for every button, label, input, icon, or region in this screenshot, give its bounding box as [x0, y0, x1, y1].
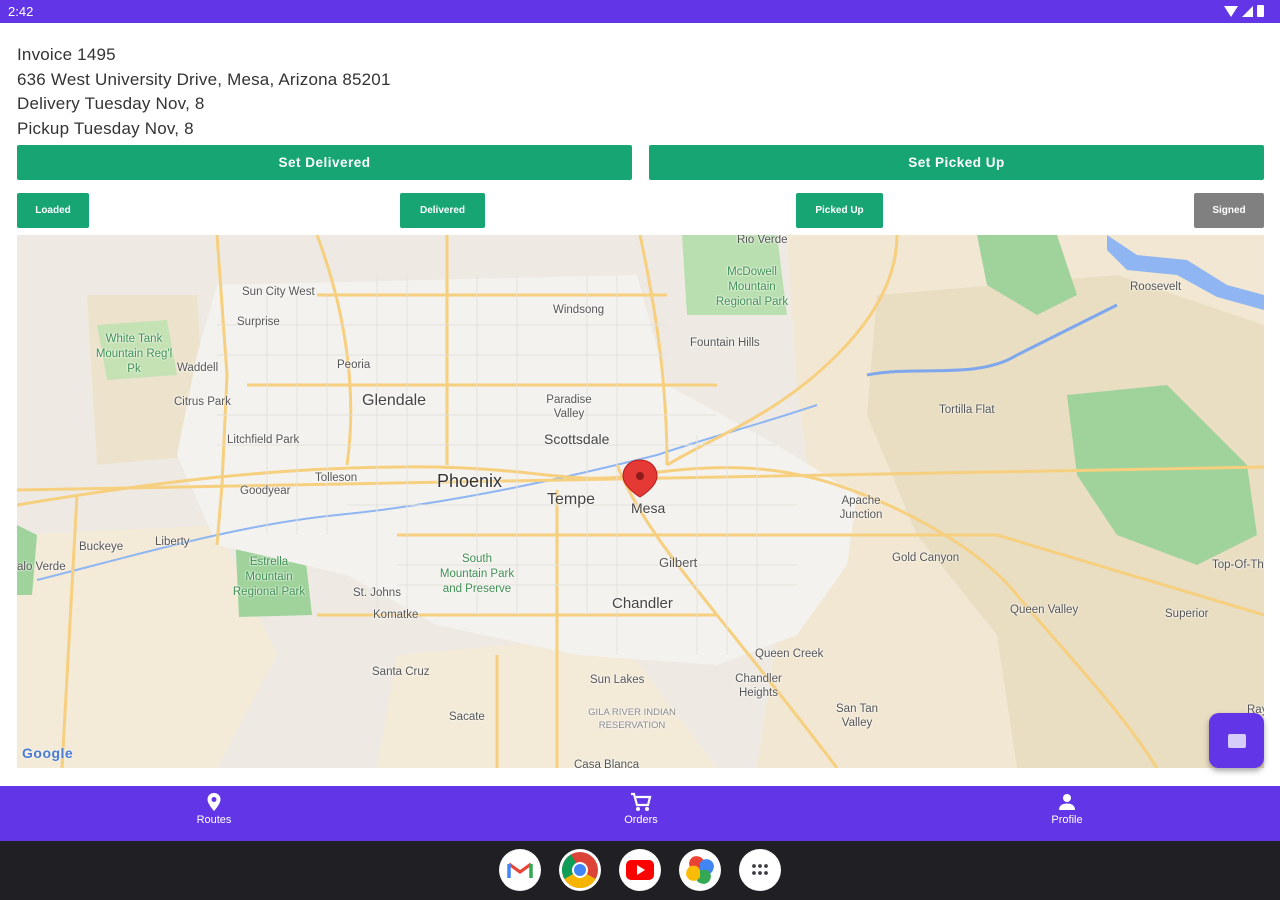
- map-label-superior: Superior: [1165, 608, 1209, 620]
- map-label-st-johns: St. Johns: [353, 587, 401, 599]
- map-label-white-tank: White Tank Mountain Reg'l Pk: [95, 333, 173, 375]
- map-label-tortilla-flat: Tortilla Flat: [939, 404, 995, 416]
- person-icon: [1059, 794, 1075, 810]
- map-label-paradise-valley: Paradise Valley: [546, 394, 592, 420]
- map-label-waddell: Waddell: [177, 362, 219, 374]
- nav-routes[interactable]: Routes: [144, 792, 284, 826]
- map-label-top-of-the: Top-Of-Th: [1212, 559, 1264, 571]
- map-label-chandler-heights: Chandler Heights: [735, 673, 782, 699]
- map-label-tempe: Tempe: [547, 491, 596, 508]
- map-label-palo-verde: alo Verde: [17, 561, 66, 573]
- map-label-roosevelt: Roosevelt: [1130, 281, 1182, 293]
- map-label-litchfield-park: Litchfield Park: [227, 434, 300, 446]
- delivered-status-button[interactable]: Delivered: [400, 193, 485, 228]
- delivery-date: Delivery Tuesday Nov, 8: [17, 94, 205, 114]
- map-label-mesa: Mesa: [631, 500, 666, 516]
- map-label-queen-creek: Queen Creek: [755, 648, 824, 660]
- map-label-mcdowell: McDowell Mountain Regional Park: [715, 266, 789, 308]
- map-label-south-mountain: South Mountain Park and Preserve: [439, 553, 515, 595]
- map-label-queen-valley: Queen Valley: [1010, 604, 1079, 616]
- app-drawer-icon[interactable]: [739, 849, 781, 891]
- invoice-number: Invoice 1495: [17, 45, 116, 64]
- map-label-gilbert: Gilbert: [659, 555, 698, 570]
- picked-up-status-button[interactable]: Picked Up: [796, 193, 883, 228]
- menu-fab-button[interactable]: [1209, 713, 1264, 768]
- map-label-gila-river: GILA RIVER INDIAN RESERVATION: [588, 707, 676, 731]
- map-label-tolleson: Tolleson: [315, 472, 358, 484]
- nav-profile-label: Profile: [1051, 814, 1083, 826]
- map-label-komatke: Komatke: [373, 609, 419, 621]
- nav-profile[interactable]: Profile: [997, 792, 1137, 826]
- pickup-date: Pickup Tuesday Nov, 8: [17, 119, 194, 139]
- nav-orders[interactable]: Orders: [571, 792, 711, 826]
- chrome-icon[interactable]: [559, 849, 601, 891]
- system-icons: [1224, 5, 1264, 17]
- set-delivered-button[interactable]: Set Delivered: [17, 145, 632, 180]
- map-label-gold-canyon: Gold Canyon: [892, 552, 960, 564]
- map-label-goodyear: Goodyear: [240, 485, 291, 497]
- map-label-peoria: Peoria: [337, 359, 371, 371]
- youtube-icon[interactable]: [619, 849, 661, 891]
- clock: 2:42: [8, 4, 34, 19]
- signal-icon: [1242, 5, 1253, 17]
- map-label-fountain-hills: Fountain Hills: [690, 337, 760, 349]
- map-label-buckeye: Buckeye: [79, 541, 124, 553]
- map-label-san-tan-valley: San Tan Valley: [836, 703, 878, 729]
- cart-icon: [631, 792, 652, 811]
- map-label-windsong: Windsong: [553, 304, 605, 316]
- map-label-citrus-park: Citrus Park: [174, 396, 231, 408]
- invoice-details: Invoice 1495 636 West University Drive, …: [17, 43, 391, 142]
- map-label-surprise: Surprise: [237, 316, 280, 328]
- map-label-casa-blanca: Casa Blanca: [574, 759, 640, 768]
- gmail-icon[interactable]: [499, 849, 541, 891]
- list-icon: [1227, 733, 1246, 748]
- loaded-status-button[interactable]: Loaded: [17, 193, 89, 228]
- map-label-santa-cruz: Santa Cruz: [372, 666, 430, 678]
- map-label-sacate: Sacate: [449, 711, 485, 723]
- google-logo: Google: [22, 745, 74, 761]
- map-label-estrella: Estrella Mountain Regional Park: [232, 556, 306, 598]
- map-label-liberty: Liberty: [155, 536, 190, 548]
- invoice-address: 636 West University Drive, Mesa, Arizona…: [17, 69, 391, 89]
- wifi-icon: [1224, 5, 1238, 17]
- nav-orders-label: Orders: [624, 814, 658, 826]
- map-label-glendale: Glendale: [362, 392, 427, 409]
- map-view[interactable]: Rio Verde Sun City West Surprise White T…: [17, 235, 1264, 768]
- bottom-navigation: Routes Orders Profile: [0, 786, 1280, 841]
- map-label-apache-junction: Apache Junction: [839, 495, 883, 521]
- battery-icon: [1257, 5, 1264, 17]
- photos-icon[interactable]: [679, 849, 721, 891]
- nav-routes-label: Routes: [196, 814, 232, 826]
- signed-status-button[interactable]: Signed: [1194, 193, 1264, 228]
- map-label-scottsdale: Scottsdale: [544, 431, 610, 447]
- app-dock: [0, 841, 1280, 900]
- status-bar: 2:42: [0, 0, 1280, 23]
- map-label-chandler: Chandler: [612, 595, 673, 612]
- map-label-sun-lakes: Sun Lakes: [590, 674, 645, 686]
- map-label-phoenix: Phoenix: [437, 471, 503, 491]
- map-label-sun-city-west: Sun City West: [242, 286, 315, 298]
- location-pin-icon: [207, 793, 221, 811]
- map-label-rio-verde: Rio Verde: [737, 235, 788, 246]
- set-picked-up-button[interactable]: Set Picked Up: [649, 145, 1264, 180]
